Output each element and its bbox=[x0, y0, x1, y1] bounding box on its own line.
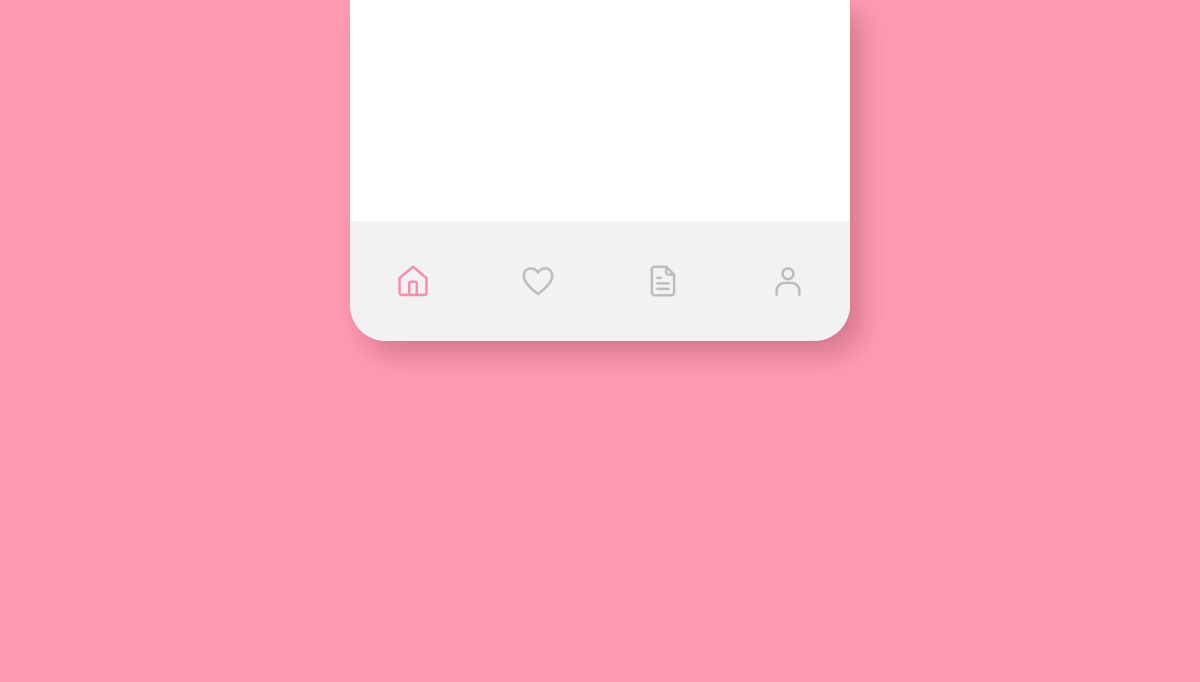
document-icon bbox=[644, 262, 682, 300]
content-area bbox=[350, 0, 850, 221]
nav-item-favorites[interactable] bbox=[475, 221, 600, 341]
nav-item-home[interactable] bbox=[350, 221, 475, 341]
home-icon bbox=[394, 262, 432, 300]
page-background bbox=[0, 0, 1200, 682]
bottom-navigation-bar bbox=[350, 221, 850, 341]
app-screen-card bbox=[350, 0, 850, 341]
nav-item-documents[interactable] bbox=[600, 221, 725, 341]
heart-icon bbox=[519, 262, 557, 300]
user-icon bbox=[769, 262, 807, 300]
nav-item-profile[interactable] bbox=[725, 221, 850, 341]
